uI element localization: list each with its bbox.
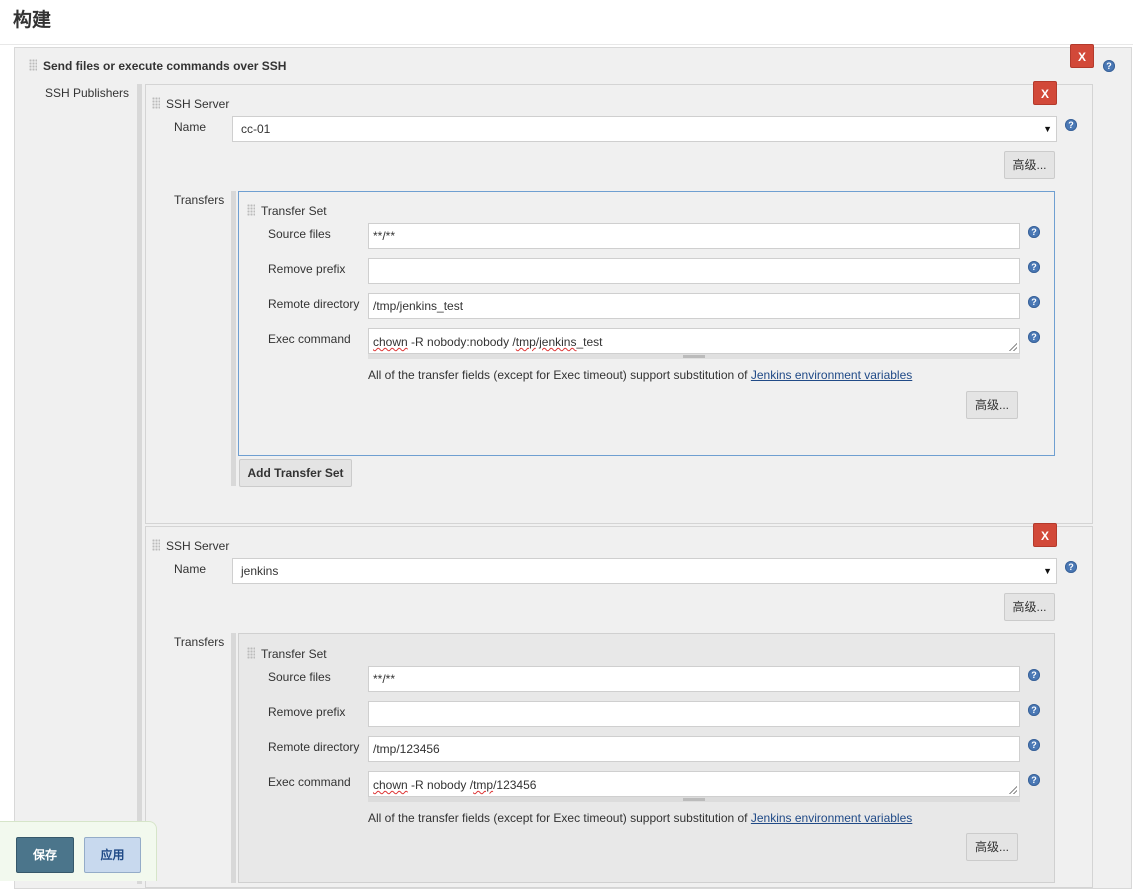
help-icon[interactable]: ?: [1028, 704, 1040, 716]
transfer-set-title: Transfer Set: [261, 647, 327, 661]
substitution-note-text: All of the transfer fields (except for E…: [368, 811, 751, 825]
substitution-note: All of the transfer fields (except for E…: [368, 811, 912, 825]
remove-prefix-input[interactable]: [368, 258, 1020, 284]
publishers-separator: [137, 84, 142, 884]
substitution-note-text: All of the transfer fields (except for E…: [368, 368, 751, 382]
drag-handle-icon[interactable]: [247, 647, 255, 659]
name-label: Name: [174, 120, 207, 134]
ssh-server-title: SSH Server: [166, 97, 230, 111]
resize-handle-icon[interactable]: [683, 355, 705, 358]
source-files-label: Source files: [268, 670, 331, 684]
advanced-button[interactable]: 高级...: [1004, 151, 1055, 179]
drag-handle-icon[interactable]: [29, 59, 37, 71]
delete-ssh-server-button[interactable]: X: [1033, 523, 1057, 547]
exec-command-textarea[interactable]: chown -R nobody /tmp/123456: [368, 771, 1020, 797]
exec-command-text: chown: [373, 335, 408, 349]
textarea-resize-bar[interactable]: [368, 797, 1020, 802]
resize-grip-icon[interactable]: [1009, 343, 1017, 351]
source-files-input[interactable]: **/**: [368, 666, 1020, 692]
jenkins-env-variables-link[interactable]: Jenkins environment variables: [751, 368, 912, 382]
resize-handle-icon[interactable]: [683, 798, 705, 801]
remote-directory-label: Remote directory: [268, 297, 360, 311]
help-icon[interactable]: ?: [1065, 119, 1077, 131]
dropdown-arrow-icon: ▼: [1043, 566, 1052, 576]
advanced-button[interactable]: 高级...: [966, 391, 1018, 419]
transfers-separator: [231, 191, 236, 486]
remove-prefix-label: Remove prefix: [268, 262, 346, 276]
delete-ssh-server-button[interactable]: X: [1033, 81, 1057, 105]
drag-handle-icon[interactable]: [247, 204, 255, 216]
transfers-label: Transfers: [174, 635, 225, 649]
drag-handle-icon[interactable]: [152, 97, 160, 109]
exec-command-text: -R nobody /: [407, 778, 474, 792]
dropdown-arrow-icon: ▼: [1043, 124, 1052, 134]
remove-prefix-label: Remove prefix: [268, 705, 346, 719]
page-title: 构建: [13, 9, 52, 31]
substitution-note: All of the transfer fields (except for E…: [368, 368, 912, 382]
select-value: cc-01: [241, 122, 271, 136]
ssh-server-name-select[interactable]: jenkins ▼: [232, 558, 1057, 584]
ssh-server-title: SSH Server: [166, 539, 230, 553]
exec-command-text: tmp: [515, 335, 536, 349]
transfers-separator: [231, 633, 236, 883]
select-value: jenkins: [241, 564, 279, 578]
source-files-label: Source files: [268, 227, 331, 241]
exec-command-text: tmp: [473, 778, 494, 792]
exec-command-text: _test: [576, 335, 603, 349]
advanced-button[interactable]: 高级...: [1004, 593, 1055, 621]
help-icon[interactable]: ?: [1028, 261, 1040, 273]
name-label: Name: [174, 562, 207, 576]
transfer-set-title: Transfer Set: [261, 204, 327, 218]
help-icon[interactable]: ?: [1028, 669, 1040, 681]
help-icon[interactable]: ?: [1028, 739, 1040, 751]
jenkins-env-variables-link[interactable]: Jenkins environment variables: [751, 811, 912, 825]
exec-command-label: Exec command: [268, 775, 351, 789]
delete-build-step-button[interactable]: X: [1070, 44, 1094, 68]
transfers-label: Transfers: [174, 193, 225, 207]
resize-grip-icon[interactable]: [1009, 786, 1017, 794]
remote-directory-input[interactable]: /tmp/jenkins_test: [368, 293, 1020, 319]
exec-command-text: jenkins: [539, 335, 577, 349]
save-button[interactable]: 保存: [16, 837, 74, 873]
help-icon[interactable]: ?: [1065, 561, 1077, 573]
remove-prefix-input[interactable]: [368, 701, 1020, 727]
exec-command-text: -R nobody:nobody /: [407, 335, 516, 349]
divider: [0, 44, 1133, 45]
ssh-publishers-label: SSH Publishers: [45, 86, 130, 100]
exec-command-text: /123456: [493, 778, 537, 792]
apply-button[interactable]: 应用: [84, 837, 141, 873]
remote-directory-label: Remote directory: [268, 740, 360, 754]
exec-command-label: Exec command: [268, 332, 351, 346]
remote-directory-input[interactable]: /tmp/123456: [368, 736, 1020, 762]
help-icon[interactable]: ?: [1103, 60, 1115, 72]
help-icon[interactable]: ?: [1028, 226, 1040, 238]
help-icon[interactable]: ?: [1028, 774, 1040, 786]
add-transfer-set-button[interactable]: Add Transfer Set: [239, 459, 352, 487]
advanced-button[interactable]: 高级...: [966, 833, 1018, 861]
help-icon[interactable]: ?: [1028, 331, 1040, 343]
source-files-input[interactable]: **/**: [368, 223, 1020, 249]
textarea-resize-bar[interactable]: [368, 354, 1020, 359]
help-icon[interactable]: ?: [1028, 296, 1040, 308]
exec-command-textarea[interactable]: chown -R nobody:nobody /tmp/jenkins_test: [368, 328, 1020, 354]
build-step-title: Send files or execute commands over SSH: [43, 59, 287, 73]
ssh-server-name-select[interactable]: cc-01 ▼: [232, 116, 1057, 142]
exec-command-text: chown: [373, 778, 408, 792]
drag-handle-icon[interactable]: [152, 539, 160, 551]
